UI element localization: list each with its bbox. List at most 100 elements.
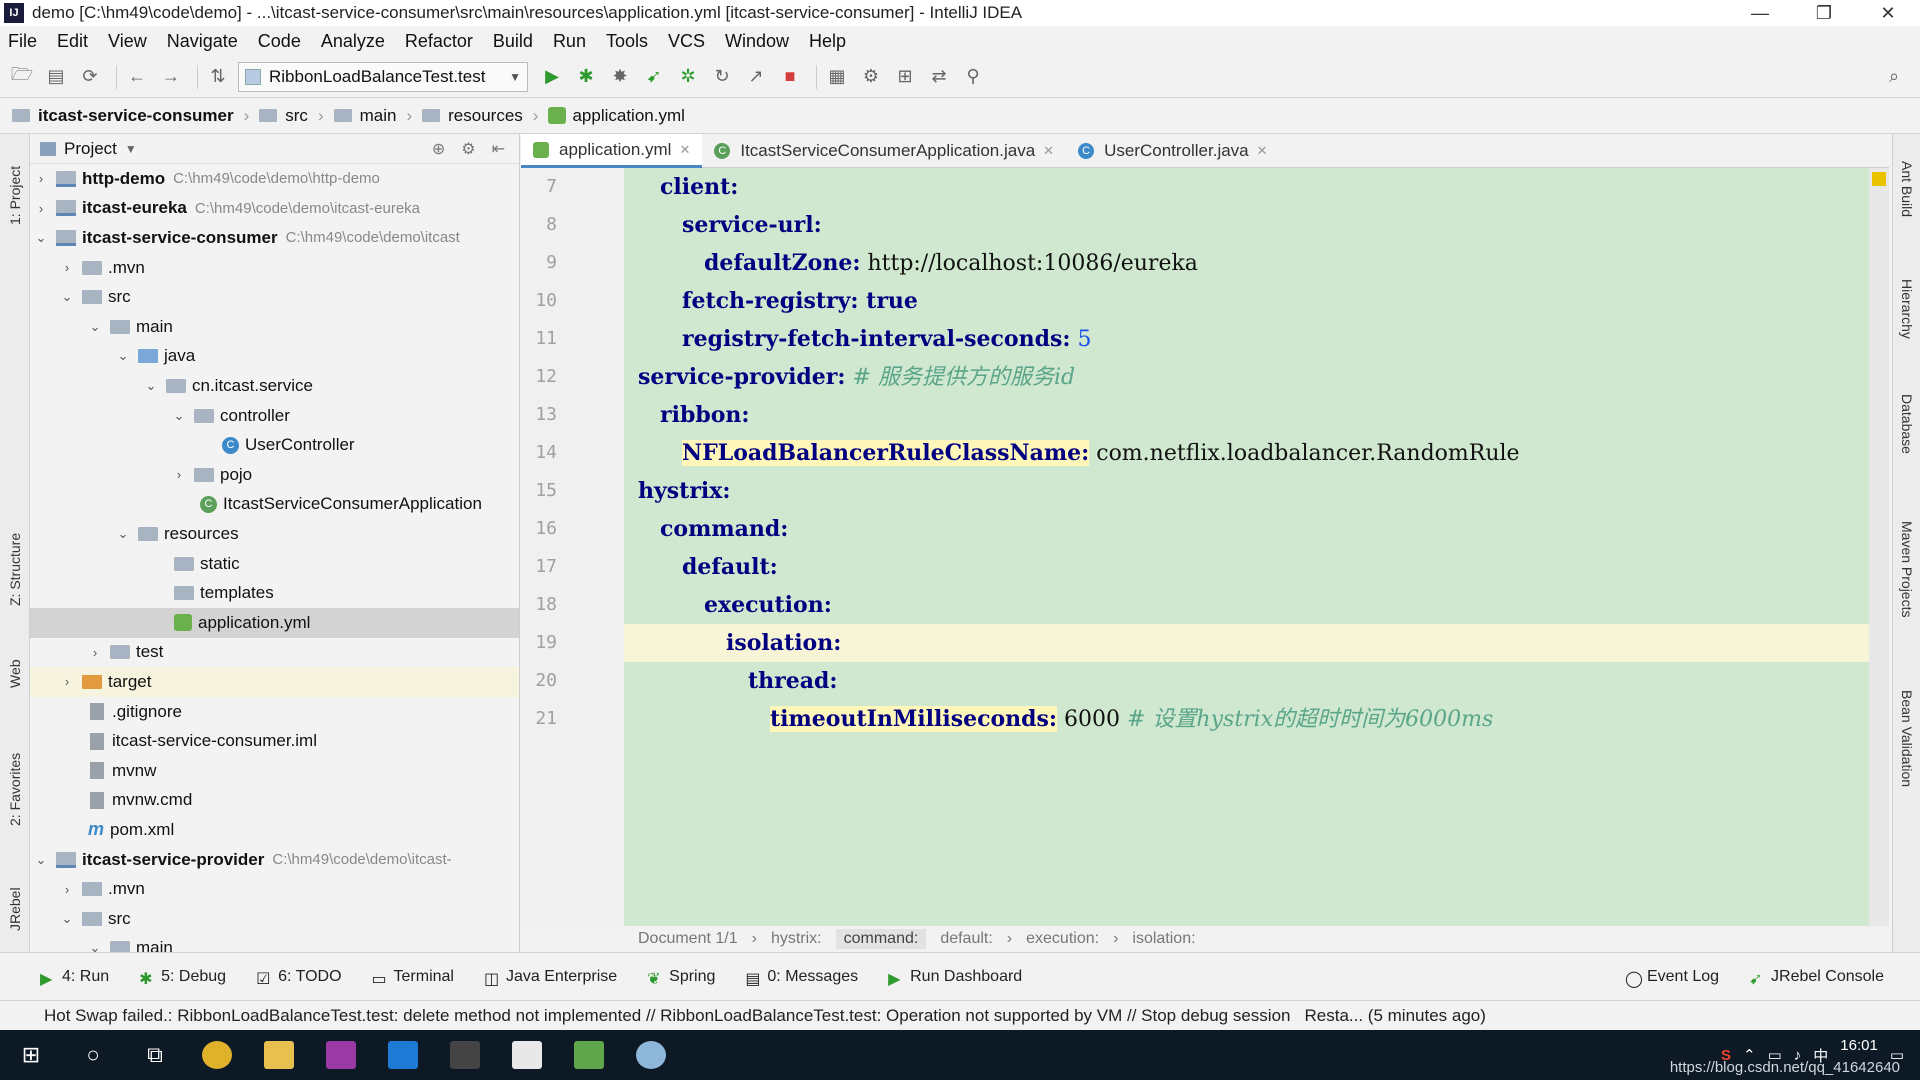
run-icon[interactable]: ▶ — [538, 63, 566, 91]
menu-file[interactable]: File — [8, 31, 37, 52]
tree-item-http-demo[interactable]: › http-demo C:\hm49\code\demo\http-demo — [30, 164, 519, 194]
jrebel-debug-icon[interactable]: ✲ — [674, 63, 702, 91]
chevron-right-icon[interactable]: › — [60, 674, 74, 689]
forward-icon[interactable]: → — [157, 63, 185, 91]
chevron-right-icon[interactable]: › — [172, 467, 186, 482]
coverage-icon[interactable]: ✸ — [606, 63, 634, 91]
chevron-down-icon[interactable]: ⌄ — [34, 852, 48, 868]
tool-tab-database[interactable]: Database — [1893, 374, 1920, 474]
menu-code[interactable]: Code — [258, 31, 301, 52]
code-line[interactable]: execution: — [624, 586, 1869, 624]
vcs-icon[interactable]: ⇄ — [925, 63, 953, 91]
chevron-down-icon[interactable]: ▼ — [125, 142, 137, 156]
jrebel-run-icon[interactable]: ➹ — [640, 63, 668, 91]
chevron-right-icon[interactable]: › — [34, 201, 48, 216]
menu-vcs[interactable]: VCS — [668, 31, 705, 52]
tree-item-controller[interactable]: ⌄ controller — [30, 401, 519, 431]
tree-item-itcast-service-consumer[interactable]: ⌄ itcast-service-consumer C:\hm49\code\dem… — [30, 223, 519, 253]
tree-item-application-class[interactable]: C ItcastServiceConsumerApplication — [30, 490, 519, 520]
intellij-taskbar-icon[interactable] — [310, 1030, 372, 1080]
code-line[interactable]: command: — [624, 510, 1869, 548]
nav-crumb-module[interactable]: itcast-service-consumer — [12, 106, 234, 126]
tool-tab-java-enterprise[interactable]: ◫ Java Enterprise — [484, 968, 617, 988]
tree-item-src[interactable]: ⌄ src — [30, 282, 519, 312]
close-icon[interactable]: ✕ — [679, 142, 690, 158]
task-view-icon[interactable]: ⧉ — [124, 1030, 186, 1080]
menu-window[interactable]: Window — [725, 31, 789, 52]
close-button[interactable]: ✕ — [1856, 0, 1920, 26]
tree-item-pom[interactable]: m pom.xml — [30, 815, 519, 845]
chevron-down-icon[interactable]: ⌄ — [88, 940, 102, 952]
editor-scrollbar[interactable] — [1869, 168, 1889, 926]
tab-usercontroller-java[interactable]: C UserController.java ✕ — [1066, 134, 1279, 168]
menu-view[interactable]: View — [108, 31, 147, 52]
code-area[interactable]: client: service-url: defaultZone: http:/… — [624, 168, 1869, 926]
tree-item-mvn[interactable]: › .mvn — [30, 253, 519, 283]
chevron-down-icon[interactable]: ⌄ — [60, 289, 74, 305]
tool-tab-run[interactable]: ▶ 4: Run — [40, 968, 109, 988]
chevron-right-icon[interactable]: › — [60, 260, 74, 275]
code-line[interactable]: default: — [624, 548, 1869, 586]
tool-tab-jrebel[interactable]: JRebel — [0, 874, 30, 944]
chevron-down-icon[interactable]: ⌄ — [60, 911, 74, 927]
settings-icon[interactable]: ⚙ — [857, 63, 885, 91]
tree-item-resources[interactable]: ⌄ resources — [30, 519, 519, 549]
tool-tab-maven-projects[interactable]: Maven Projects — [1893, 494, 1920, 644]
code-line[interactable]: thread: — [624, 662, 1869, 700]
chevron-down-icon[interactable]: ⌄ — [144, 378, 158, 394]
store-icon[interactable] — [372, 1030, 434, 1080]
update-icon[interactable]: ↗ — [742, 63, 770, 91]
tree-item-usercontroller[interactable]: C UserController — [30, 430, 519, 460]
tool-tab-structure[interactable]: Z: Structure — [0, 514, 30, 624]
restore-button[interactable]: ❐ — [1792, 0, 1856, 26]
breadcrumb-execution[interactable]: execution: — [1026, 930, 1099, 948]
tree-item-application-yml[interactable]: application.yml — [30, 608, 519, 638]
chevron-right-icon[interactable]: › — [88, 645, 102, 660]
nav-crumb-main[interactable]: main — [333, 106, 396, 126]
tool-tab-jrebel-console[interactable]: ➹ JRebel Console — [1749, 968, 1884, 988]
scroll-from-source-icon[interactable]: ⊕ — [432, 139, 445, 159]
chevron-right-icon[interactable]: › — [34, 171, 48, 186]
chevron-down-icon[interactable]: ⌄ — [116, 526, 130, 542]
tool-tab-project[interactable]: 1: Project — [0, 140, 30, 250]
open-folder-icon[interactable]: 🗁 — [8, 63, 36, 91]
nav-crumb-resources[interactable]: resources — [422, 106, 523, 126]
build-icon[interactable]: ⇅ — [204, 63, 232, 91]
code-line[interactable]: NFLoadBalancerRuleClassName: com.netflix… — [624, 434, 1869, 472]
code-line-current[interactable]: isolation: — [624, 624, 1869, 662]
breadcrumb-document[interactable]: Document 1/1 — [638, 930, 738, 948]
tree-item-mvnw[interactable]: mvnw — [30, 756, 519, 786]
tree-item-package[interactable]: ⌄ cn.itcast.service — [30, 371, 519, 401]
tree-item-static[interactable]: static — [30, 549, 519, 579]
tree-item-test[interactable]: › test — [30, 638, 519, 668]
close-icon[interactable]: ✕ — [1043, 143, 1054, 159]
breadcrumb-hystrix[interactable]: hystrix: — [771, 930, 822, 948]
search-icon[interactable]: ⌕ — [1880, 63, 1908, 91]
project-structure-icon[interactable]: ▦ — [823, 63, 851, 91]
menu-build[interactable]: Build — [493, 31, 533, 52]
save-icon[interactable]: ▤ — [42, 63, 70, 91]
code-line[interactable]: fetch-registry: true — [624, 282, 1869, 320]
tree-item-iml[interactable]: itcast-service-consumer.iml — [30, 726, 519, 756]
menu-help[interactable]: Help — [809, 31, 846, 52]
browser-icon[interactable] — [620, 1030, 682, 1080]
menu-analyze[interactable]: Analyze — [321, 31, 385, 52]
project-view-selector[interactable]: Project — [64, 139, 117, 159]
sync-icon[interactable]: ⟳ — [76, 63, 104, 91]
tree-item-templates[interactable]: templates — [30, 578, 519, 608]
tool-tab-bean-validation[interactable]: Bean Validation — [1893, 664, 1920, 814]
tool-tab-todo[interactable]: ☑ 6: TODO — [256, 968, 341, 988]
close-icon[interactable]: ✕ — [1257, 143, 1268, 159]
debug-icon[interactable]: ✱ — [572, 63, 600, 91]
tree-item-target[interactable]: › target — [30, 667, 519, 697]
tree-item-itcast-service-provider[interactable]: ⌄ itcast-service-provider C:\hm49\code\dem… — [30, 845, 519, 875]
tree-item-itcast-eureka[interactable]: › itcast-eureka C:\hm49\code\demo\itcast-e… — [30, 194, 519, 224]
breadcrumb-command[interactable]: command: — [835, 929, 927, 949]
hide-panel-icon[interactable]: ⇤ — [492, 139, 505, 159]
gear-icon[interactable]: ⚙ — [461, 139, 475, 159]
tree-item-provider-main[interactable]: ⌄ main — [30, 934, 519, 952]
tree-item-java[interactable]: ⌄ java — [30, 342, 519, 372]
chevron-down-icon[interactable]: ⌄ — [88, 319, 102, 335]
tool-tab-spring[interactable]: ❦ Spring — [647, 968, 715, 988]
nav-crumb-src[interactable]: src — [259, 106, 308, 126]
